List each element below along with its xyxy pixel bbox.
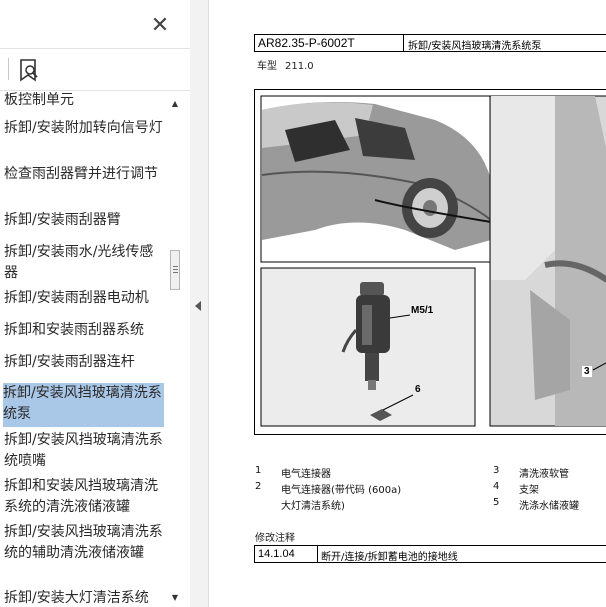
scroll-up-icon[interactable]: ▲ [169,98,181,110]
bookmark-item[interactable]: 拆卸/安装雨水/光线传感器 [4,242,166,284]
legend-item: 1 电气连接器 [255,465,331,480]
revision-title: 修改注释 [255,533,295,544]
legend-text: 电气连接器 [281,469,331,480]
close-icon[interactable]: ✕ [148,14,172,38]
outline-scrollbar[interactable]: ▲ ▼ [169,98,181,606]
legend-num: 3 [493,465,500,476]
grip-line [173,272,178,273]
bookmark-item[interactable]: 拆卸/安装雨刮器连杆 [4,352,166,373]
document-title: 拆卸/安装风挡玻璃清洗系统泵 [408,41,542,52]
legend-text: 洗涤水储液罐 [519,501,579,512]
bookmark-item[interactable]: 拆卸/安装大灯清洁系统 [4,588,166,607]
callout-6: 6 [415,384,421,395]
bookmark-item[interactable]: 拆卸/安装附加转向信号灯 [4,118,166,139]
bookmarks-toolbar [0,50,190,88]
panel-divider [0,90,190,91]
document-page: AR82.35-P-6002T 拆卸/安装风挡玻璃清洗系统泵 车型 211.0 [209,0,606,607]
legend-text: 电气连接器(带代码 (600a) [281,485,402,496]
bookmarks-panel: ✕ 板控制单元 拆卸/安装附加转向信号灯 检查雨刮器臂并进行调节 拆卸/安装雨刮… [0,0,191,607]
bookmark-item[interactable]: 拆卸/安装风挡玻璃清洗系统的辅助清洗液储液罐 [4,522,166,564]
bookmark-item[interactable]: 拆卸/安装雨刮器臂 [4,210,166,231]
legend-item: 2 电气连接器(带代码 (600a) [255,481,401,496]
legend-text: 支架 [519,485,539,496]
bookmark-item[interactable]: 拆卸/安装雨刮器电动机 [4,288,166,309]
bookmark-item[interactable]: 拆卸和安装雨刮器系统 [4,320,166,341]
bookmark-list: 板控制单元 拆卸/安装附加转向信号灯 检查雨刮器臂并进行调节 拆卸/安装雨刮器臂… [0,92,170,607]
toolbar-separator [8,58,9,80]
legend-text: 清洗液软管 [519,469,569,480]
table-divider [317,546,318,562]
legend-text-cont: 大灯清洁系统) [281,501,345,512]
legend-num: 4 [493,481,500,492]
legend-item: 3 清洗液软管 [493,465,569,480]
model-label: 车型 [257,61,277,72]
panel-collapse-strip[interactable] [190,0,209,607]
model-value: 211.0 [285,61,314,72]
model-line: 车型 211.0 [257,57,314,72]
callout-pump: M5/1 [411,305,434,316]
scroll-down-icon[interactable]: ▼ [169,592,181,604]
panel-divider [0,48,190,49]
legend-item: 4 支架 [493,481,539,496]
bookmark-item[interactable]: 检查雨刮器臂并进行调节 [4,164,166,185]
legend-num: 1 [255,465,262,476]
document-code: AR82.35-P-6002T [258,36,355,50]
legend-item: 5 洗涤水储液罐 [493,497,579,512]
figure-illustration: M5/1 6 3 [254,89,606,435]
grip-line [173,266,178,267]
grip-line [173,269,178,270]
legend-num: 5 [493,497,500,508]
revision-text: 断开/连接/拆卸蓄电池的接地线 [321,552,458,563]
bookmark-item[interactable]: 拆卸/安装风挡玻璃清洗系统喷嘴 [4,430,166,472]
bookmark-item[interactable]: 拆卸和安装风挡玻璃清洗系统的清洗液储液罐 [4,476,166,518]
scroll-thumb[interactable] [170,250,180,290]
revision-date: 14.1.04 [258,548,295,560]
legend-num: 2 [255,481,262,492]
revision-table: 14.1.04 断开/连接/拆卸蓄电池的接地线 [254,545,606,563]
illustration [260,95,606,427]
header-table: AR82.35-P-6002T 拆卸/安装风挡玻璃清洗系统泵 [254,34,606,52]
collapse-arrow-icon[interactable] [195,301,201,311]
bookmark-item[interactable]: 板控制单元 [4,92,166,111]
bookmark-search-icon[interactable] [16,57,42,83]
table-divider [403,35,404,51]
callout-3: 3 [582,366,592,377]
bookmark-item-selected[interactable]: 拆卸/安装风挡玻璃清洗系统泵 [3,383,164,427]
